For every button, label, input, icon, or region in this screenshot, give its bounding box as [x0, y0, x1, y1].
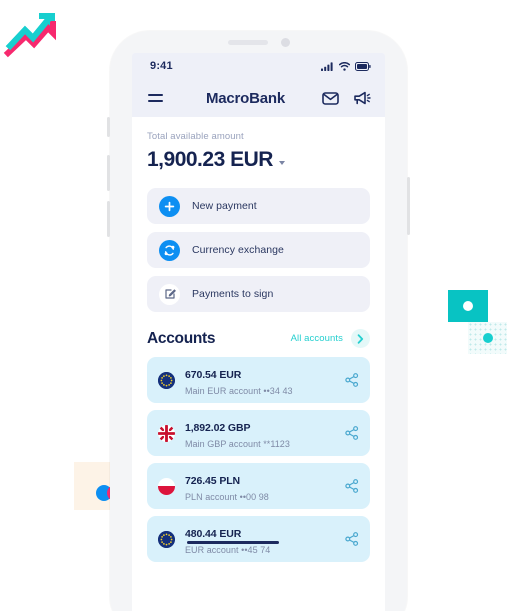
account-subtitle: EUR account ••45 74	[185, 544, 271, 555]
status-bar-time: 9:41	[150, 60, 173, 72]
envelope-icon[interactable]	[322, 91, 339, 105]
account-amount: 1,892.02 GBP	[185, 421, 251, 434]
caret-down-icon[interactable]	[278, 160, 285, 165]
phone-screen: 9:41 MacroBank Total available amount 1,…	[132, 53, 385, 611]
app-header: MacroBank	[132, 79, 385, 117]
account-amount: 726.45 PLN	[185, 474, 241, 487]
accounts-title: Accounts	[147, 329, 216, 347]
table-row[interactable]: 480.44 EUR EUR account ••45 74	[147, 516, 370, 562]
account-text: 480.44 EUR EUR account ••45 74	[185, 524, 345, 555]
accounts-header: Accounts All accounts	[147, 329, 370, 348]
chevron-right-icon	[357, 333, 364, 344]
currency-exchange-label: Currency exchange	[192, 244, 284, 256]
flag-gb-icon	[158, 424, 175, 442]
flag-eu-icon	[158, 530, 175, 548]
account-text: 726.45 PLN PLN account ••00 98	[185, 471, 345, 502]
account-text: 1,892.02 GBP Main GBP account **1123	[185, 418, 345, 449]
share-icon[interactable]	[345, 373, 359, 387]
phone-power-button[interactable]	[407, 177, 410, 235]
phone-notch	[110, 31, 407, 53]
currency-exchange-button[interactable]: Currency exchange	[147, 232, 370, 268]
share-icon[interactable]	[345, 426, 359, 440]
teal-square-decoration	[448, 290, 488, 322]
wifi-icon	[339, 61, 350, 71]
line-chart-icon	[3, 13, 56, 58]
hamburger-menu-icon[interactable]	[148, 94, 163, 102]
edit-icon	[164, 289, 176, 299]
phone-volume-down[interactable]	[107, 201, 110, 237]
app-header-actions	[322, 91, 371, 105]
exchange-icon-wrap	[159, 239, 180, 261]
phone-mockup: 9:41 MacroBank Total available amount 1,…	[107, 31, 410, 611]
account-subtitle: PLN account ••00 98	[185, 491, 269, 502]
phone-mute-switch[interactable]	[107, 117, 110, 137]
app-title: MacroBank	[205, 89, 286, 107]
share-icon[interactable]	[345, 479, 359, 493]
battery-icon	[355, 61, 371, 71]
status-bar-icons	[321, 61, 371, 71]
account-amount: 670.54 EUR	[185, 368, 242, 381]
balance-label: Total available amount	[147, 131, 244, 142]
table-row[interactable]: 1,892.02 GBP Main GBP account **1123	[147, 410, 370, 456]
status-bar: 9:41	[132, 53, 385, 79]
all-accounts-chevron-button[interactable]	[351, 329, 370, 348]
dotted-square-dot	[482, 333, 493, 343]
payments-to-sign-label: Payments to sign	[192, 288, 274, 300]
chart-card-decoration	[0, 0, 66, 66]
exchange-icon	[164, 244, 175, 256]
account-progress-bar	[187, 541, 279, 544]
screenshot-stage: 9:41 MacroBank Total available amount 1,…	[0, 0, 507, 611]
front-camera-icon	[280, 37, 290, 47]
account-subtitle: Main EUR account ••34 43	[185, 385, 293, 396]
new-payment-button[interactable]: New payment	[147, 188, 370, 224]
flag-pl-icon	[158, 477, 175, 495]
account-subtitle: Main GBP account **1123	[185, 438, 290, 449]
share-icon[interactable]	[345, 532, 359, 546]
phone-volume-up[interactable]	[107, 155, 110, 191]
signal-bars-icon	[321, 61, 333, 71]
plus-icon-wrap	[159, 195, 180, 217]
payments-to-sign-button[interactable]: Payments to sign	[147, 276, 370, 312]
all-accounts-link[interactable]: All accounts	[291, 333, 343, 344]
account-text: 670.54 EUR Main EUR account ••34 43	[185, 365, 345, 396]
balance-row[interactable]: 1,900.23 EUR	[147, 148, 370, 172]
dotted-square-decoration	[468, 322, 507, 354]
new-payment-label: New payment	[192, 200, 257, 212]
speaker-grille	[227, 39, 268, 45]
flag-eu-icon	[158, 371, 175, 389]
edit-icon-wrap	[159, 283, 180, 305]
megaphone-icon[interactable]	[353, 91, 371, 105]
plus-icon	[164, 201, 175, 211]
screen-content: Total available amount 1,900.23 EUR New …	[132, 117, 385, 562]
balance-amount: 1,900.23 EUR	[147, 148, 273, 171]
table-row[interactable]: 670.54 EUR Main EUR account ••34 43	[147, 357, 370, 403]
teal-square-dot	[463, 301, 473, 311]
account-amount: 480.44 EUR	[185, 528, 279, 544]
table-row[interactable]: 726.45 PLN PLN account ••00 98	[147, 463, 370, 509]
